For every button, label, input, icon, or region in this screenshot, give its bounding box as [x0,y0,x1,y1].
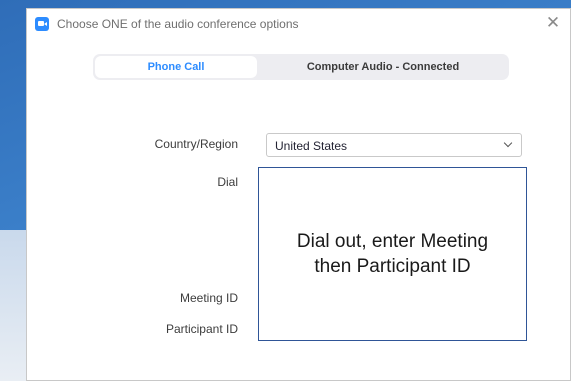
title-bar: Choose ONE of the audio conference optio… [27,9,570,39]
close-button[interactable]: ✕ [544,14,562,32]
tab-phone-call[interactable]: Phone Call [95,56,257,78]
dialog-title: Choose ONE of the audio conference optio… [57,17,299,31]
audio-conference-dialog: Choose ONE of the audio conference optio… [26,8,571,381]
audio-option-tabs: Phone Call Computer Audio - Connected [93,54,509,80]
chevron-down-icon [503,138,513,148]
country-region-value: United States [275,139,348,153]
tab-computer-audio[interactable]: Computer Audio - Connected [259,56,507,78]
dial-label: Dial [217,175,238,189]
callout-text: Dial out, enter Meeting then Participant… [296,231,489,277]
zoom-camera-icon [35,17,49,31]
country-region-label: Country/Region [154,137,238,151]
country-region-select[interactable]: United States [266,133,522,157]
meeting-id-label: Meeting ID [179,291,238,305]
instruction-callout: Dial out, enter Meeting then Participant… [258,167,527,341]
participant-id-label: Participant ID [165,322,238,336]
